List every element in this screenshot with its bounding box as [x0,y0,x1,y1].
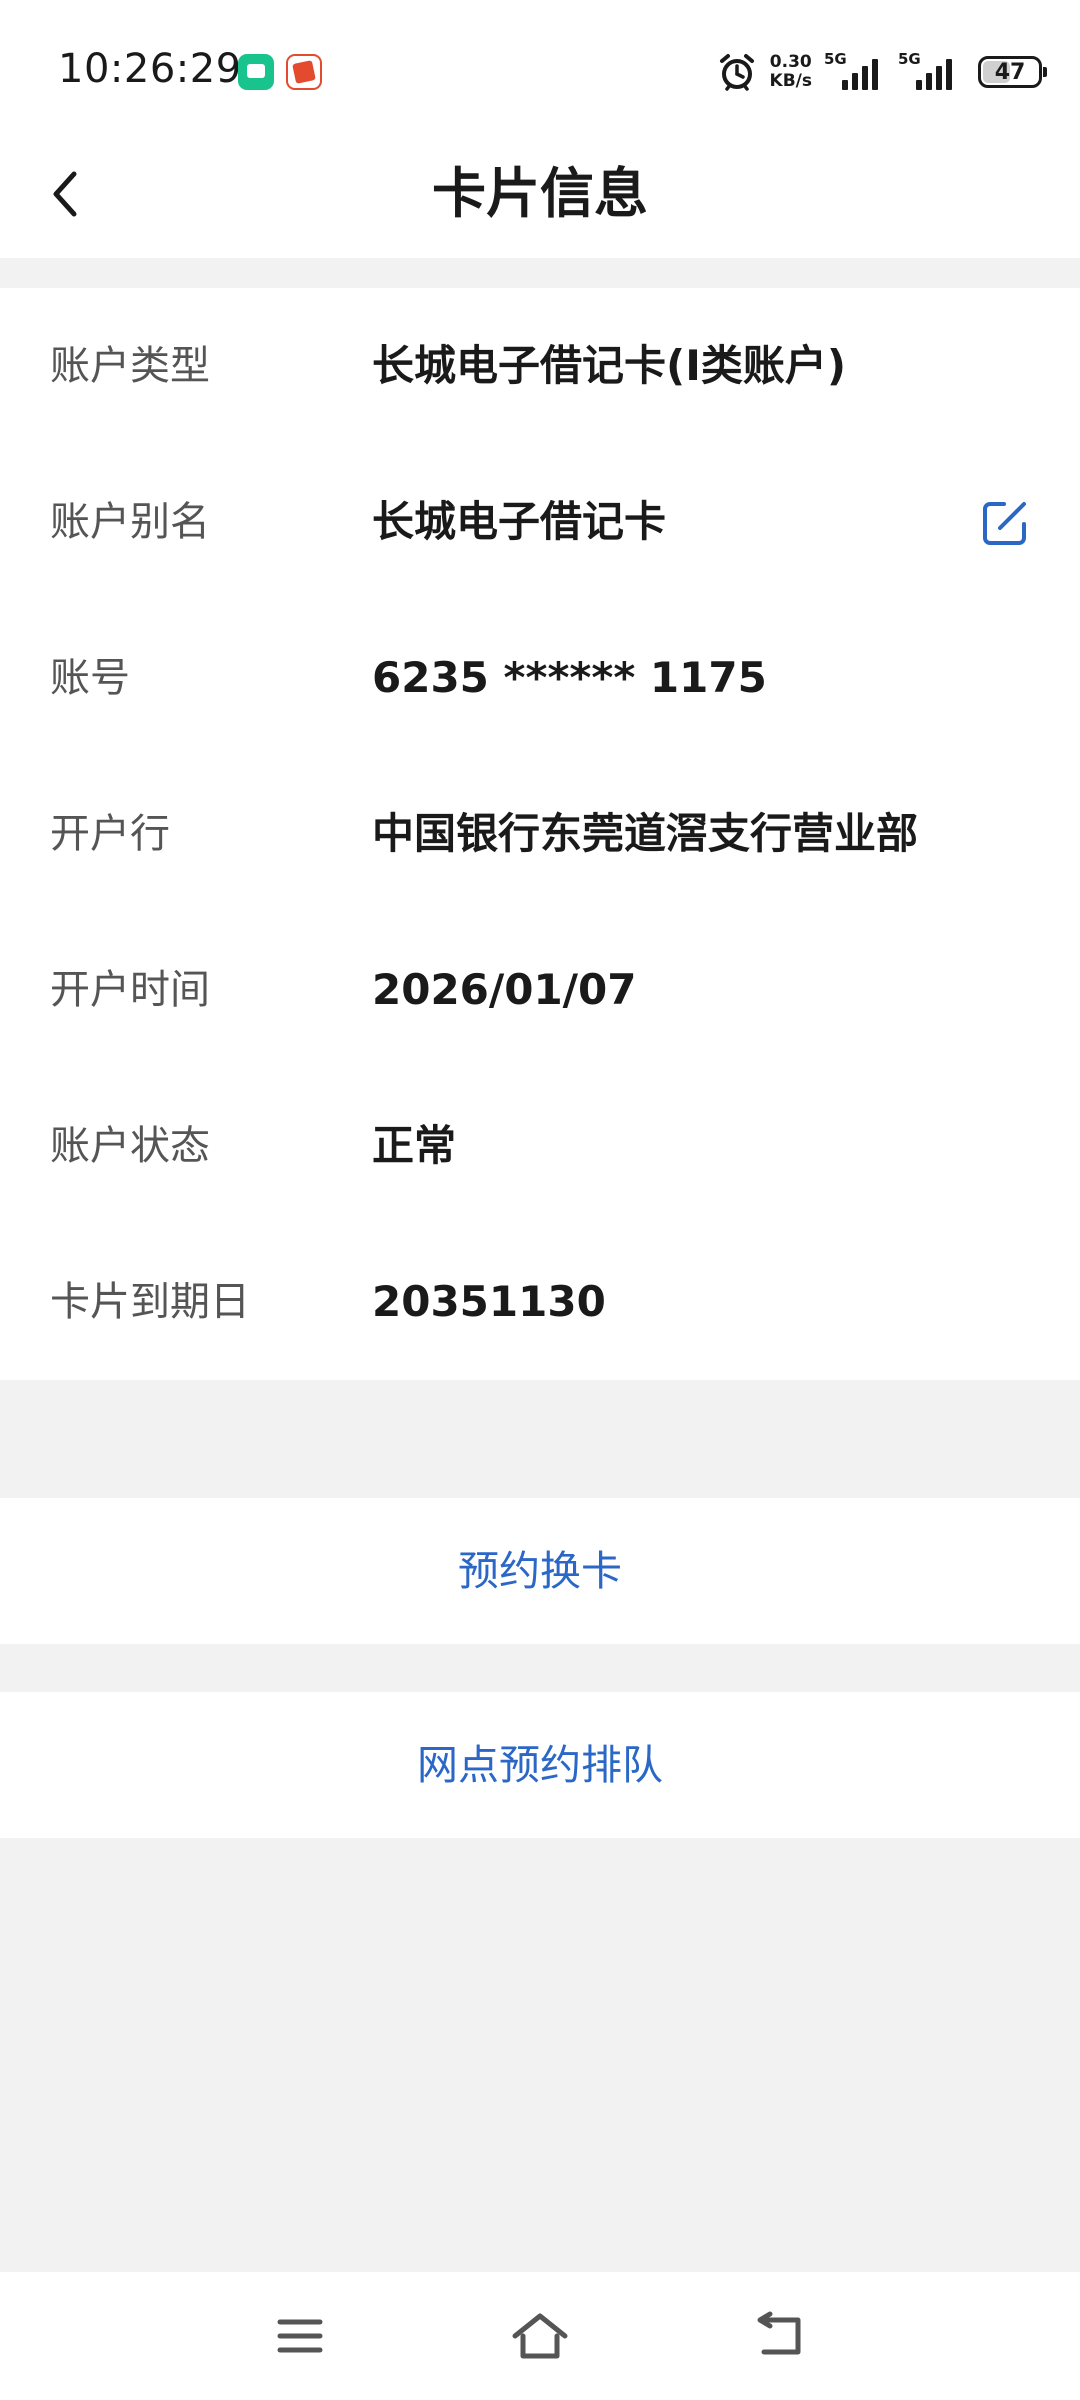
chat-app-icon [238,54,274,90]
account-alias-label: 账户别名 [50,499,210,545]
info-row-expiry-date: 卡片到期日 20351130 [0,1224,1080,1380]
branch-queue-reservation-button[interactable]: 网点预约排队 [0,1692,1080,1838]
home-icon[interactable] [510,2306,570,2366]
network-speed-value: 0.30 [769,52,812,72]
info-row-account-alias: 账户别名 长城电子借记卡 [0,444,1080,600]
reserve-card-replacement-button[interactable]: 预约换卡 [0,1498,1080,1644]
expiry-date-label: 卡片到期日 [50,1279,250,1325]
account-type-label: 账户类型 [50,343,210,389]
header: 卡片信息 [0,130,1080,258]
opening-bank-value: 中国银行东莞道滘支行营业部 [372,809,919,858]
info-row-account-number: 账号 6235 ****** 1175 [0,600,1080,756]
system-nav-bar [0,2272,1080,2400]
account-number-value: 6235 ****** 1175 [372,653,767,702]
back-button[interactable] [30,156,100,232]
account-alias-value: 长城电子借记卡 [372,497,667,546]
info-row-account-type: 账户类型 长城电子借记卡(I类账户) [0,288,1080,444]
back-icon[interactable] [750,2306,810,2366]
info-row-opening-date: 开户时间 2026/01/07 [0,912,1080,1068]
account-status-label: 账户状态 [50,1123,210,1169]
battery-icon: 47 [978,56,1047,88]
news-app-icon [286,54,322,90]
network-speed: 0.30 KB/s [770,53,812,91]
network-speed-unit: KB/s [769,71,812,91]
account-status-value: 正常 [372,1121,457,1170]
menu-icon[interactable] [270,2306,330,2366]
battery-level: 47 [994,59,1026,85]
account-number-label: 账号 [50,655,130,701]
signal-icon-secondary: 5G [898,52,960,92]
info-row-opening-bank: 开户行 中国银行东莞道滘支行营业部 [0,756,1080,912]
expiry-date-value: 20351130 [372,1277,606,1326]
page-title: 卡片信息 [432,162,648,225]
opening-bank-label: 开户行 [50,811,170,857]
status-indicators: 0.30 KB/s 5G 5G 47 [716,48,1047,96]
opening-date-value: 2026/01/07 [372,965,637,1014]
info-row-account-status: 账户状态 正常 [0,1068,1080,1224]
account-type-value: 长城电子借记卡(I类账户) [372,341,847,390]
status-bar: 10:26:29 0.30 KB/s 5G 5G 47 [0,0,1080,130]
signal-icon: 5G [824,52,886,92]
opening-date-label: 开户时间 [50,967,210,1013]
status-time: 10:26:29 [58,46,242,92]
edit-icon[interactable] [980,498,1030,548]
alarm-icon [719,54,754,91]
card-info-list: 账户类型 长城电子借记卡(I类账户) 账户别名 长城电子借记卡 账号 6235 … [0,288,1080,1380]
chevron-left-icon [53,171,77,217]
